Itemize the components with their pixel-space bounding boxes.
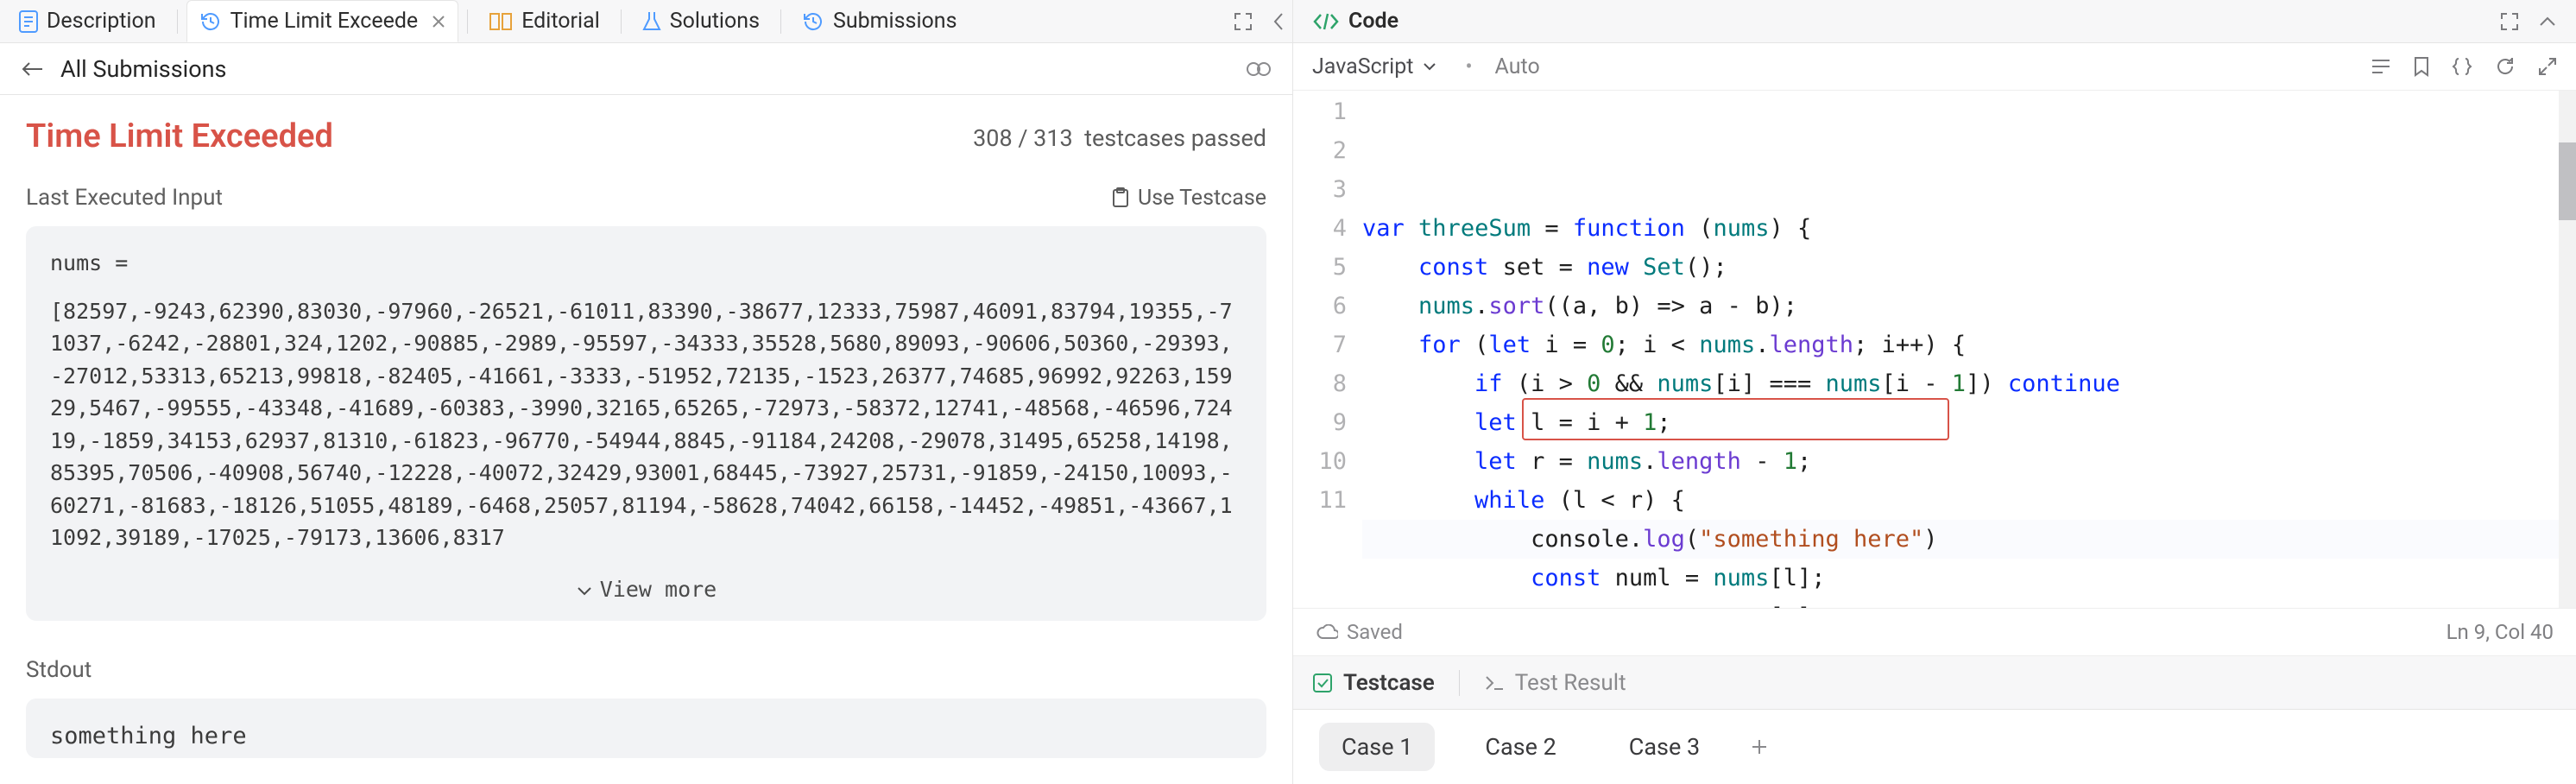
last-executed-input-label: Last Executed Input Use Testcase — [26, 185, 1266, 211]
language-name: JavaScript — [1312, 54, 1413, 79]
testcase-tab[interactable]: Testcase — [1312, 670, 1435, 696]
case-1-button[interactable]: Case 1 — [1319, 723, 1435, 771]
saved-label: Saved — [1347, 620, 1403, 644]
input-varname: nums = — [50, 247, 1242, 280]
braces-icon[interactable] — [2452, 56, 2472, 77]
format-icon[interactable] — [2371, 57, 2391, 76]
cloud-icon — [1316, 624, 1338, 640]
history-icon — [802, 10, 824, 33]
case-2-button[interactable]: Case 2 — [1462, 723, 1578, 771]
test-result-tab[interactable]: Test Result — [1484, 670, 1626, 696]
history-bar: All Submissions — [0, 43, 1292, 95]
code-line[interactable]: for (let i = 0; i < nums.length; i++) { — [1362, 326, 2576, 364]
stdout-value: something here — [50, 723, 247, 749]
code-line[interactable]: console.log("something here") — [1362, 520, 2576, 559]
collapse-left-icon[interactable] — [1272, 11, 1285, 32]
add-case-button[interactable] — [1750, 737, 1769, 756]
back-arrow-icon[interactable] — [21, 60, 43, 78]
scrollbar[interactable] — [2559, 91, 2576, 608]
tab-label: Editorial — [521, 9, 600, 34]
book-icon — [489, 12, 513, 31]
code-line[interactable]: const numr = nums[r]; — [1362, 597, 2576, 608]
tab-editorial[interactable]: Editorial — [477, 0, 612, 42]
chevron-down-icon — [576, 585, 593, 597]
tab-label: Time Limit Exceede — [230, 9, 419, 34]
case-bar: Case 1 Case 2 Case 3 — [1293, 710, 2576, 784]
tab-separator — [177, 9, 178, 34]
bookmark-icon[interactable] — [2414, 56, 2429, 77]
tab-bar: Description Time Limit Exceede Editorial… — [0, 0, 1292, 43]
test-result-label: Test Result — [1515, 670, 1626, 696]
close-icon[interactable] — [432, 15, 445, 28]
all-submissions-link[interactable]: All Submissions — [60, 55, 226, 83]
language-bar: JavaScript Auto — [1293, 43, 2576, 91]
left-content: Time Limit Exceeded 308 / 313 testcases … — [0, 95, 1292, 784]
tab-label: Submissions — [833, 9, 957, 34]
passed-fraction: 308 / 313 — [973, 124, 1073, 152]
link-icon[interactable] — [1246, 60, 1272, 79]
dot-separator — [1455, 54, 1477, 79]
expand-icon[interactable] — [2538, 57, 2557, 76]
tab-solutions[interactable]: Solutions — [630, 0, 772, 42]
code-line[interactable]: const numl = nums[l]; — [1362, 559, 2576, 597]
code-icon — [1312, 11, 1340, 32]
view-more-label: View more — [600, 577, 717, 602]
chevron-down-icon — [1422, 61, 1437, 72]
left-pane: Description Time Limit Exceede Editorial… — [0, 0, 1293, 784]
use-testcase-label: Use Testcase — [1138, 186, 1266, 211]
stdout-label: Stdout — [26, 657, 1266, 683]
tab-separator — [621, 9, 622, 34]
code-editor[interactable]: 1234567891011 var threeSum = function (n… — [1293, 91, 2576, 608]
use-testcase-button[interactable]: Use Testcase — [1112, 186, 1266, 211]
reset-icon[interactable] — [2495, 56, 2516, 77]
code-line[interactable]: let r = nums.length - 1; — [1362, 442, 2576, 481]
clipboard-icon — [1112, 187, 1129, 208]
tab-separator — [1459, 670, 1460, 696]
stdout-box: something here — [26, 699, 1266, 758]
testcase-count: 308 / 313 testcases passed — [973, 124, 1266, 152]
tab-separator — [467, 9, 468, 34]
code-title: Code — [1348, 9, 1398, 34]
code-line[interactable]: var threeSum = function (nums) { — [1362, 209, 2576, 248]
code-line[interactable]: const set = new Set(); — [1362, 248, 2576, 287]
panel-tabs: Testcase Test Result — [1293, 656, 2576, 710]
code-area[interactable]: var threeSum = function (nums) { const s… — [1362, 91, 2576, 608]
code-line[interactable]: nums.sort((a, b) => a - b); — [1362, 287, 2576, 326]
testcase-label: Testcase — [1343, 670, 1435, 696]
tab-description[interactable]: Description — [7, 0, 168, 42]
input-array: [82597,-9243,62390,83030,-97960,-26521,-… — [50, 295, 1242, 554]
status-bar: Saved Ln 9, Col 40 — [1293, 608, 2576, 656]
tab-submissions[interactable]: Submissions — [790, 0, 969, 42]
flask-icon — [642, 10, 661, 33]
code-line[interactable]: while (l < r) { — [1362, 481, 2576, 520]
tab-label: Solutions — [670, 9, 760, 34]
tab-label: Description — [47, 9, 156, 34]
cursor-position: Ln 9, Col 40 — [2447, 620, 2554, 644]
fullscreen-icon[interactable] — [2500, 12, 2519, 31]
section-title: Last Executed Input — [26, 185, 223, 211]
tab-time-limit-exceeded[interactable]: Time Limit Exceede — [186, 0, 459, 42]
description-icon — [19, 10, 38, 33]
language-select[interactable]: JavaScript — [1312, 54, 1437, 79]
history-icon — [199, 10, 222, 33]
case-3-button[interactable]: Case 3 — [1607, 723, 1722, 771]
chevron-up-icon[interactable] — [2538, 16, 2557, 28]
view-more-button[interactable]: View more — [50, 573, 1242, 606]
tab-separator — [780, 9, 781, 34]
right-pane: Code JavaScript Auto 12 — [1293, 0, 2576, 784]
code-header: Code — [1293, 0, 2576, 43]
terminal-icon — [1484, 674, 1505, 692]
highlight-box — [1522, 398, 1949, 440]
check-square-icon — [1312, 673, 1333, 693]
auto-label[interactable]: Auto — [1495, 54, 1540, 79]
result-title: Time Limit Exceeded — [26, 117, 333, 155]
passed-suffix: testcases passed — [1084, 124, 1266, 152]
gutter: 1234567891011 — [1293, 91, 1362, 608]
fullscreen-icon[interactable] — [1234, 12, 1253, 31]
input-box: nums = [82597,-9243,62390,83030,-97960,-… — [26, 226, 1266, 621]
